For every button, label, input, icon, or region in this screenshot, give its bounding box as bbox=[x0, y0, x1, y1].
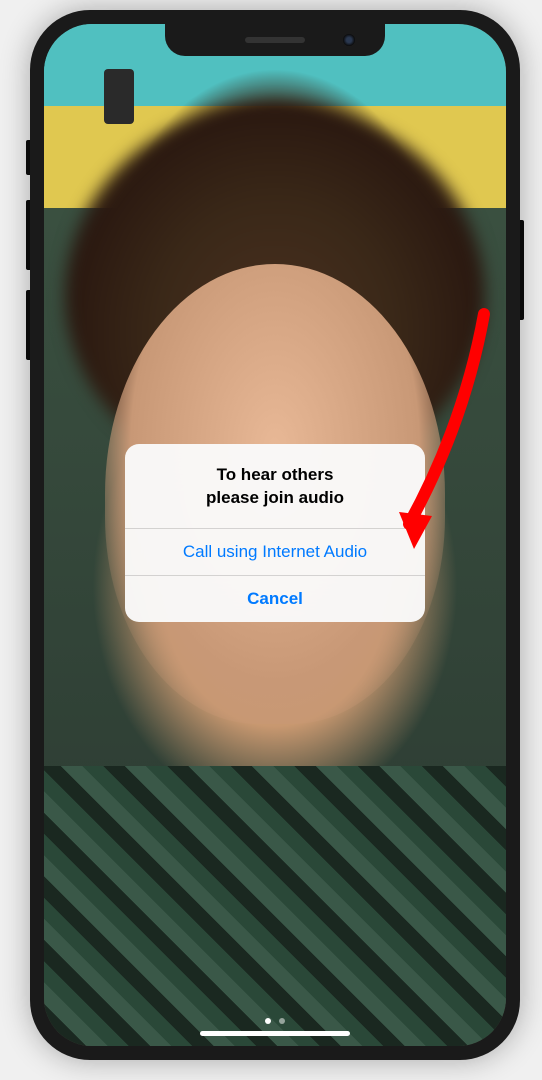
volume-down-button bbox=[26, 290, 30, 360]
page-dot-2 bbox=[279, 1018, 285, 1024]
phone-screen: To hear others please join audio Call us… bbox=[44, 24, 506, 1046]
home-indicator-bar[interactable] bbox=[200, 1031, 350, 1036]
join-audio-dialog: To hear others please join audio Call us… bbox=[125, 444, 425, 622]
video-person-shirt bbox=[44, 766, 506, 1046]
dialog-header: To hear others please join audio bbox=[125, 444, 425, 529]
page-dot-1 bbox=[265, 1018, 271, 1024]
call-internet-audio-button[interactable]: Call using Internet Audio bbox=[125, 529, 425, 576]
mute-switch bbox=[26, 140, 30, 175]
volume-up-button bbox=[26, 200, 30, 270]
front-camera-icon bbox=[343, 34, 355, 46]
power-button bbox=[520, 220, 524, 320]
dialog-title: To hear others please join audio bbox=[141, 464, 409, 510]
earpiece-speaker bbox=[245, 37, 305, 43]
dialog-title-line1: To hear others bbox=[217, 465, 334, 484]
phone-notch bbox=[165, 24, 385, 56]
phone-device-frame: To hear others please join audio Call us… bbox=[30, 10, 520, 1060]
dialog-title-line2: please join audio bbox=[206, 488, 344, 507]
page-indicator bbox=[265, 1018, 285, 1024]
cancel-button[interactable]: Cancel bbox=[125, 576, 425, 622]
background-clock-decoration bbox=[104, 69, 134, 124]
